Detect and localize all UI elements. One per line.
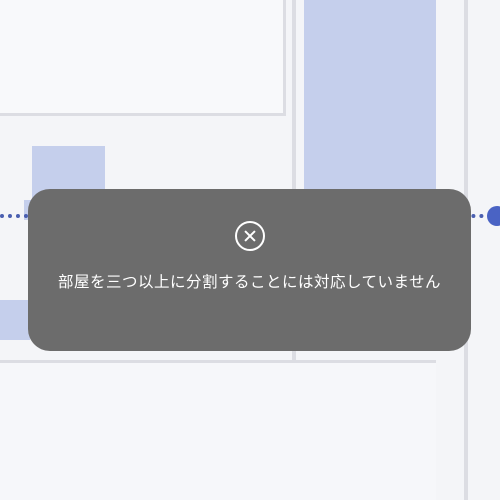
- room-lower[interactable]: [0, 363, 436, 500]
- split-line-handle[interactable]: [487, 206, 500, 226]
- error-toast: 部屋を三つ以上に分割することには対応していません: [28, 189, 471, 351]
- close-circle-icon: [234, 221, 265, 251]
- room-gap: [436, 0, 440, 200]
- room-outline-top-left[interactable]: [0, 0, 286, 116]
- room-selected-left-bottom[interactable]: [0, 300, 30, 340]
- room-selected-tall[interactable]: [304, 0, 436, 200]
- floor-plan-canvas[interactable]: 部屋を三つ以上に分割することには対応していません: [0, 0, 500, 500]
- toast-message: 部屋を三つ以上に分割することには対応していません: [57, 273, 442, 291]
